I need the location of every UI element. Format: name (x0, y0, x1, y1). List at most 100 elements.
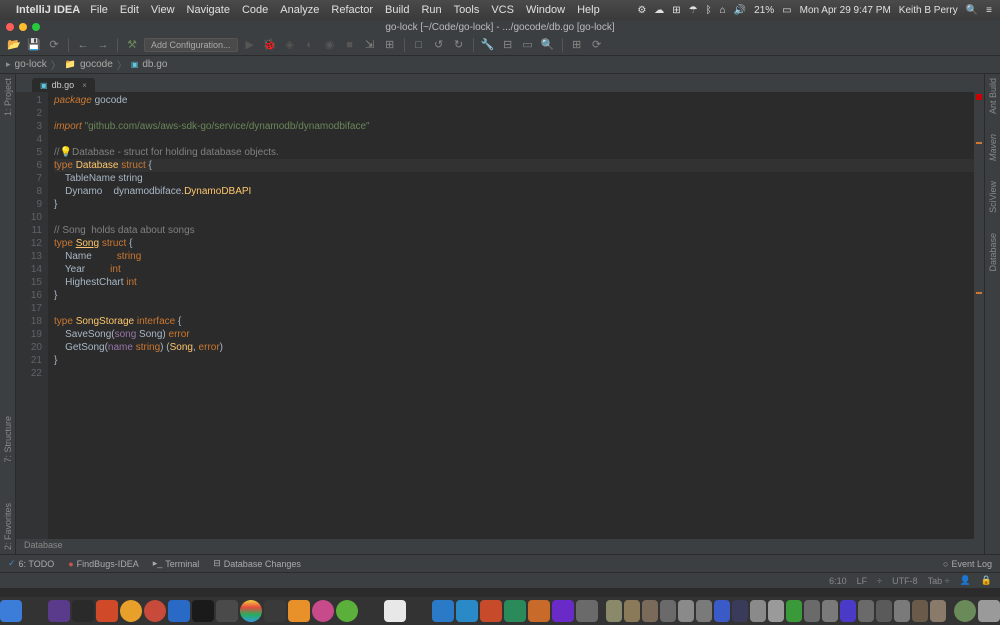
event-log-tool-button[interactable]: ○Event Log (943, 559, 992, 569)
dock-app-icon[interactable] (168, 600, 190, 622)
open-icon[interactable]: 📂 (6, 37, 22, 53)
coverage-icon[interactable]: ◈ (282, 37, 298, 53)
menu-vcs[interactable]: VCS (491, 4, 514, 16)
dock-app-icon[interactable] (786, 600, 802, 622)
file-encoding[interactable]: UTF-8 (892, 576, 918, 586)
dock-trash-icon[interactable] (978, 600, 1000, 622)
toolbar-icon[interactable]: ↺ (431, 37, 447, 53)
sciview-tool-button[interactable]: SciView (988, 181, 998, 213)
dock-app-icon[interactable] (894, 600, 910, 622)
dock-app-icon[interactable] (432, 600, 454, 622)
concurrent-icon[interactable]: ◉ (322, 37, 338, 53)
dock-app-icon[interactable] (288, 600, 310, 622)
dock-downloads-icon[interactable] (954, 600, 976, 622)
dock-app-icon[interactable] (192, 600, 214, 622)
status-icon[interactable]: ☁ (654, 5, 664, 16)
dock-app-icon[interactable] (456, 600, 478, 622)
terminal-tool-button[interactable]: ▸_Terminal (153, 558, 200, 569)
dock-app-icon[interactable] (822, 600, 838, 622)
menu-analyze[interactable]: Analyze (280, 4, 319, 16)
editor-breadcrumb[interactable]: Database (16, 539, 984, 554)
dock-app-icon[interactable] (678, 600, 694, 622)
menu-run[interactable]: Run (421, 4, 441, 16)
dock-app-icon[interactable] (804, 600, 820, 622)
menu-code[interactable]: Code (242, 4, 268, 16)
dock-app-icon[interactable] (660, 600, 676, 622)
breadcrumb-item[interactable]: go-lock (15, 59, 47, 70)
inspector-icon[interactable]: 👤 (960, 575, 971, 586)
toolbar-icon[interactable]: ⊞ (569, 37, 585, 53)
stop-icon[interactable]: ■ (342, 37, 358, 53)
todo-tool-button[interactable]: ✓6: TODO (8, 558, 54, 569)
line-ending[interactable]: LF (857, 576, 868, 586)
run-icon[interactable]: ▶ (242, 37, 258, 53)
dock-app-icon[interactable] (0, 600, 22, 622)
dock-app-icon[interactable] (912, 600, 928, 622)
menu-refactor[interactable]: Refactor (331, 4, 373, 16)
indent-info[interactable]: Tab ÷ (928, 576, 950, 586)
maven-tool-button[interactable]: Maven (988, 134, 998, 161)
dock-app-icon[interactable] (336, 600, 358, 622)
dock-app-icon[interactable] (576, 600, 598, 622)
menu-file[interactable]: File (90, 4, 108, 16)
database-tool-button[interactable]: Database (988, 233, 998, 272)
app-name[interactable]: IntelliJ IDEA (16, 4, 80, 16)
spotlight-icon[interactable]: 🔍 (966, 5, 978, 16)
breadcrumb-item[interactable]: db.go (142, 59, 167, 70)
battery-icon[interactable]: ▭ (782, 5, 791, 16)
dock-app-icon[interactable] (240, 600, 262, 622)
structure-tool-button[interactable]: 7: Structure (3, 416, 13, 463)
menu-navigate[interactable]: Navigate (187, 4, 230, 16)
toolbar-icon[interactable]: ↻ (451, 37, 467, 53)
status-icon[interactable]: ⊞ (672, 5, 680, 16)
maximize-window-button[interactable] (32, 23, 40, 31)
refresh-icon[interactable]: ⟳ (46, 37, 62, 53)
breadcrumb-item[interactable]: gocode (80, 59, 113, 70)
cursor-position[interactable]: 6:10 (829, 576, 847, 586)
status-icon[interactable]: ⌂ (720, 5, 726, 16)
code-content[interactable]: package gocode import "github.com/aws/aw… (48, 92, 974, 539)
save-icon[interactable]: 💾 (26, 37, 42, 53)
dock-app-icon[interactable] (840, 600, 856, 622)
dock-app-icon[interactable] (624, 600, 640, 622)
dock-app-icon[interactable] (216, 600, 238, 622)
toolbar-icon[interactable]: ▭ (520, 37, 536, 53)
dock-app-icon[interactable] (732, 600, 748, 622)
attach-icon[interactable]: ⇲ (362, 37, 378, 53)
editor-tab[interactable]: ▣ db.go × (32, 78, 95, 92)
dock-app-icon[interactable] (504, 600, 526, 622)
menu-build[interactable]: Build (385, 4, 409, 16)
menu-icon[interactable]: ≡ (986, 5, 992, 16)
lock-icon[interactable]: 🔒 (981, 575, 992, 586)
dock-app-icon[interactable] (696, 600, 712, 622)
warning-mark[interactable] (976, 292, 982, 294)
dock-app-icon[interactable] (714, 600, 730, 622)
dock-app-icon[interactable] (312, 600, 334, 622)
toolbar-icon[interactable]: ⊞ (382, 37, 398, 53)
bluetooth-icon[interactable]: ᛒ (706, 5, 712, 16)
db-changes-tool-button[interactable]: ⊟Database Changes (213, 558, 301, 569)
dock-app-icon[interactable] (48, 600, 70, 622)
search-icon[interactable]: 🔍 (540, 37, 556, 53)
dock-app-icon[interactable] (750, 600, 766, 622)
dock-app-icon[interactable] (480, 600, 502, 622)
warning-mark[interactable] (976, 142, 982, 144)
project-tool-button[interactable]: 1: Project (3, 78, 13, 116)
dock-app-icon[interactable] (642, 600, 658, 622)
wifi-icon[interactable]: ⚙ (637, 5, 646, 16)
dock-app-icon[interactable] (552, 600, 574, 622)
username[interactable]: Keith B Perry (899, 5, 958, 16)
forward-icon[interactable]: → (95, 37, 111, 53)
menu-edit[interactable]: Edit (120, 4, 139, 16)
menu-view[interactable]: View (151, 4, 175, 16)
volume-icon[interactable]: 🔊 (734, 5, 746, 16)
close-tab-icon[interactable]: × (82, 81, 87, 90)
toolbar-icon[interactable]: ⊟ (500, 37, 516, 53)
dock-app-icon[interactable] (360, 600, 382, 622)
profile-icon[interactable]: ◐ (302, 37, 318, 53)
error-indicator[interactable] (976, 94, 982, 100)
dock-app-icon[interactable] (96, 600, 118, 622)
dock-app-icon[interactable] (72, 600, 94, 622)
run-config-selector[interactable]: Add Configuration... (144, 38, 238, 52)
findbugs-tool-button[interactable]: ●FindBugs-IDEA (68, 559, 138, 569)
